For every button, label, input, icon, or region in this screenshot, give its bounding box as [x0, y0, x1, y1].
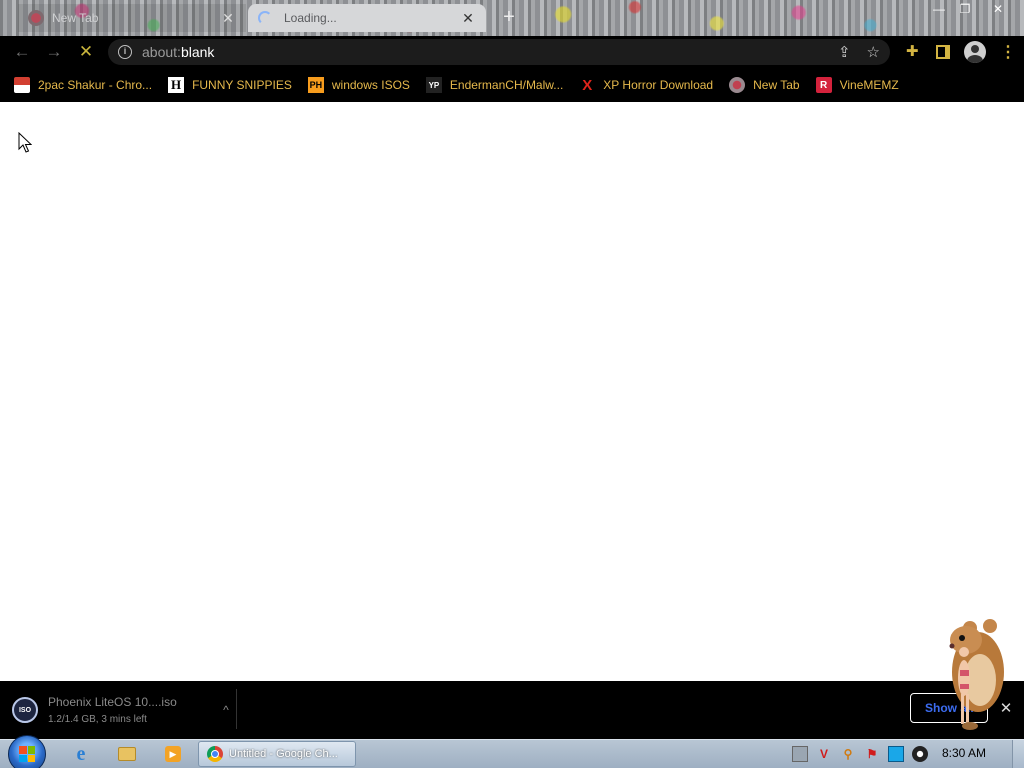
tab-loading[interactable]: Loading... ✕ [248, 4, 486, 32]
browser-toolbar: ← → ✕ i about:blank ⇪ ☆ ✚ ⋮ [0, 36, 1024, 68]
share-icon[interactable]: ⇪ [838, 43, 851, 61]
new-tab-button[interactable]: + [498, 6, 520, 28]
bookmark-funny-snippies[interactable]: H FUNNY SNIPPIES [168, 77, 292, 93]
url-text[interactable]: about:blank [142, 44, 214, 60]
tab-new-tab[interactable]: New Tab ✕ [18, 4, 246, 32]
loading-spinner-icon [258, 11, 272, 25]
url-path: blank [180, 44, 215, 60]
info-icon[interactable]: i [118, 45, 132, 59]
bookmark-xp-horror[interactable]: X XP Horror Download [579, 76, 714, 94]
h-icon: H [168, 77, 185, 93]
tab-favicon-icon [729, 77, 746, 93]
bookmark-label: New Tab [753, 78, 800, 92]
windows-logo-icon [19, 746, 35, 762]
bookmark-windows-isos[interactable]: PH windows ISOS [307, 77, 410, 93]
minimize-button[interactable]: — [926, 0, 952, 18]
bookmark-label: XP Horror Download [603, 78, 714, 92]
bookmark-label: EndermanCH/Malw... [449, 78, 564, 92]
show-desktop-button[interactable] [1012, 740, 1024, 768]
file-explorer-icon[interactable] [116, 744, 138, 764]
ph-icon: PH [307, 77, 324, 93]
bookmark-vinememz[interactable]: R VineMEMZ [815, 77, 899, 93]
internet-explorer-icon[interactable]: e [70, 743, 92, 765]
x-icon: X [582, 76, 593, 94]
back-button[interactable]: ← [6, 36, 38, 68]
toolbar-right: ✚ ⋮ [906, 36, 1016, 68]
extensions-icon[interactable]: ✚ [906, 44, 922, 60]
download-file-name: Phoenix LiteOS 10....iso [48, 695, 177, 709]
bookmark-label: windows ISOS [331, 78, 410, 92]
window-close-button[interactable]: ✕ [985, 0, 1011, 18]
forward-button[interactable]: → [38, 36, 70, 68]
tab-close-icon[interactable]: ✕ [220, 10, 236, 27]
divider [236, 689, 237, 729]
yp-icon: YP [425, 77, 442, 93]
media-player-icon[interactable]: ▶ [162, 744, 184, 764]
system-tray: V ⚲ ⚑ [792, 745, 928, 763]
bookmark-label: VineMEMZ [839, 78, 899, 92]
taskbar-chrome-window[interactable]: Untitled - Google Ch... [198, 741, 356, 767]
bookmark-endermanch[interactable]: YP EndermanCH/Malw... [425, 77, 564, 93]
v-icon[interactable]: V [816, 746, 832, 762]
profile-avatar-icon[interactable] [964, 41, 986, 63]
search-icon[interactable]: ⚲ [840, 746, 856, 762]
volume-icon[interactable] [912, 746, 928, 762]
clock[interactable]: 8:30 AM [942, 746, 986, 760]
chrome-icon [207, 746, 223, 762]
download-shelf: ISO Phoenix LiteOS 10....iso 1.2/1.4 GB,… [0, 681, 1024, 739]
screen: New Tab ✕ Loading... ✕ + — ❐ ✕ ← → ✕ i a… [0, 0, 1024, 768]
chrome-web-store-icon [14, 77, 30, 93]
bookmarks-bar: 2pac Shakur - Chro... H FUNNY SNIPPIES P… [0, 68, 1024, 102]
bookmark-label: FUNNY SNIPPIES [192, 78, 292, 92]
url-scheme: about: [142, 44, 181, 60]
tab-title: New Tab [52, 11, 99, 25]
menu-icon[interactable]: ⋮ [1000, 42, 1016, 62]
taskbar: e ▶ Untitled - Google Ch... V ⚲ ⚑ 8:30 A… [0, 735, 1024, 768]
taskbar-window-label: Untitled - Google Ch... [229, 748, 338, 760]
restore-button[interactable]: ❐ [952, 0, 978, 18]
iso-file-icon: ISO [12, 697, 38, 723]
display-icon[interactable] [888, 746, 904, 762]
bookmark-star-icon[interactable]: ☆ [867, 43, 880, 61]
stop-loading-button[interactable]: ✕ [70, 36, 102, 68]
hamster-desktop-buddy[interactable] [940, 614, 1006, 740]
r-icon: R [815, 77, 832, 93]
tab-favicon-icon [28, 10, 44, 26]
download-item[interactable]: ISO Phoenix LiteOS 10....iso 1.2/1.4 GB,… [12, 689, 236, 731]
side-panel-icon[interactable] [936, 45, 950, 59]
omnibox-actions: ⇪ ☆ [838, 39, 880, 65]
address-bar[interactable]: i about:blank ⇪ ☆ [108, 39, 890, 65]
start-button[interactable] [8, 735, 46, 768]
download-text: Phoenix LiteOS 10....iso 1.2/1.4 GB, 3 m… [48, 695, 216, 725]
mouse-cursor-icon [18, 132, 32, 153]
download-status: 1.2/1.4 GB, 3 mins left [48, 714, 147, 725]
bookmark-new-tab[interactable]: New Tab [729, 77, 800, 93]
chevron-up-icon[interactable]: ^ [216, 703, 236, 717]
bookmark-label: 2pac Shakur - Chro... [38, 78, 153, 92]
bookmark-2pac[interactable]: 2pac Shakur - Chro... [14, 77, 152, 93]
flag-icon[interactable]: ⚑ [864, 746, 880, 762]
tab-strip: New Tab ✕ Loading... ✕ + — ❐ ✕ [0, 0, 1024, 36]
network-icon[interactable] [792, 746, 808, 762]
page-content[interactable] [0, 102, 1024, 681]
tab-close-icon[interactable]: ✕ [460, 10, 476, 27]
tab-title: Loading... [284, 11, 337, 25]
